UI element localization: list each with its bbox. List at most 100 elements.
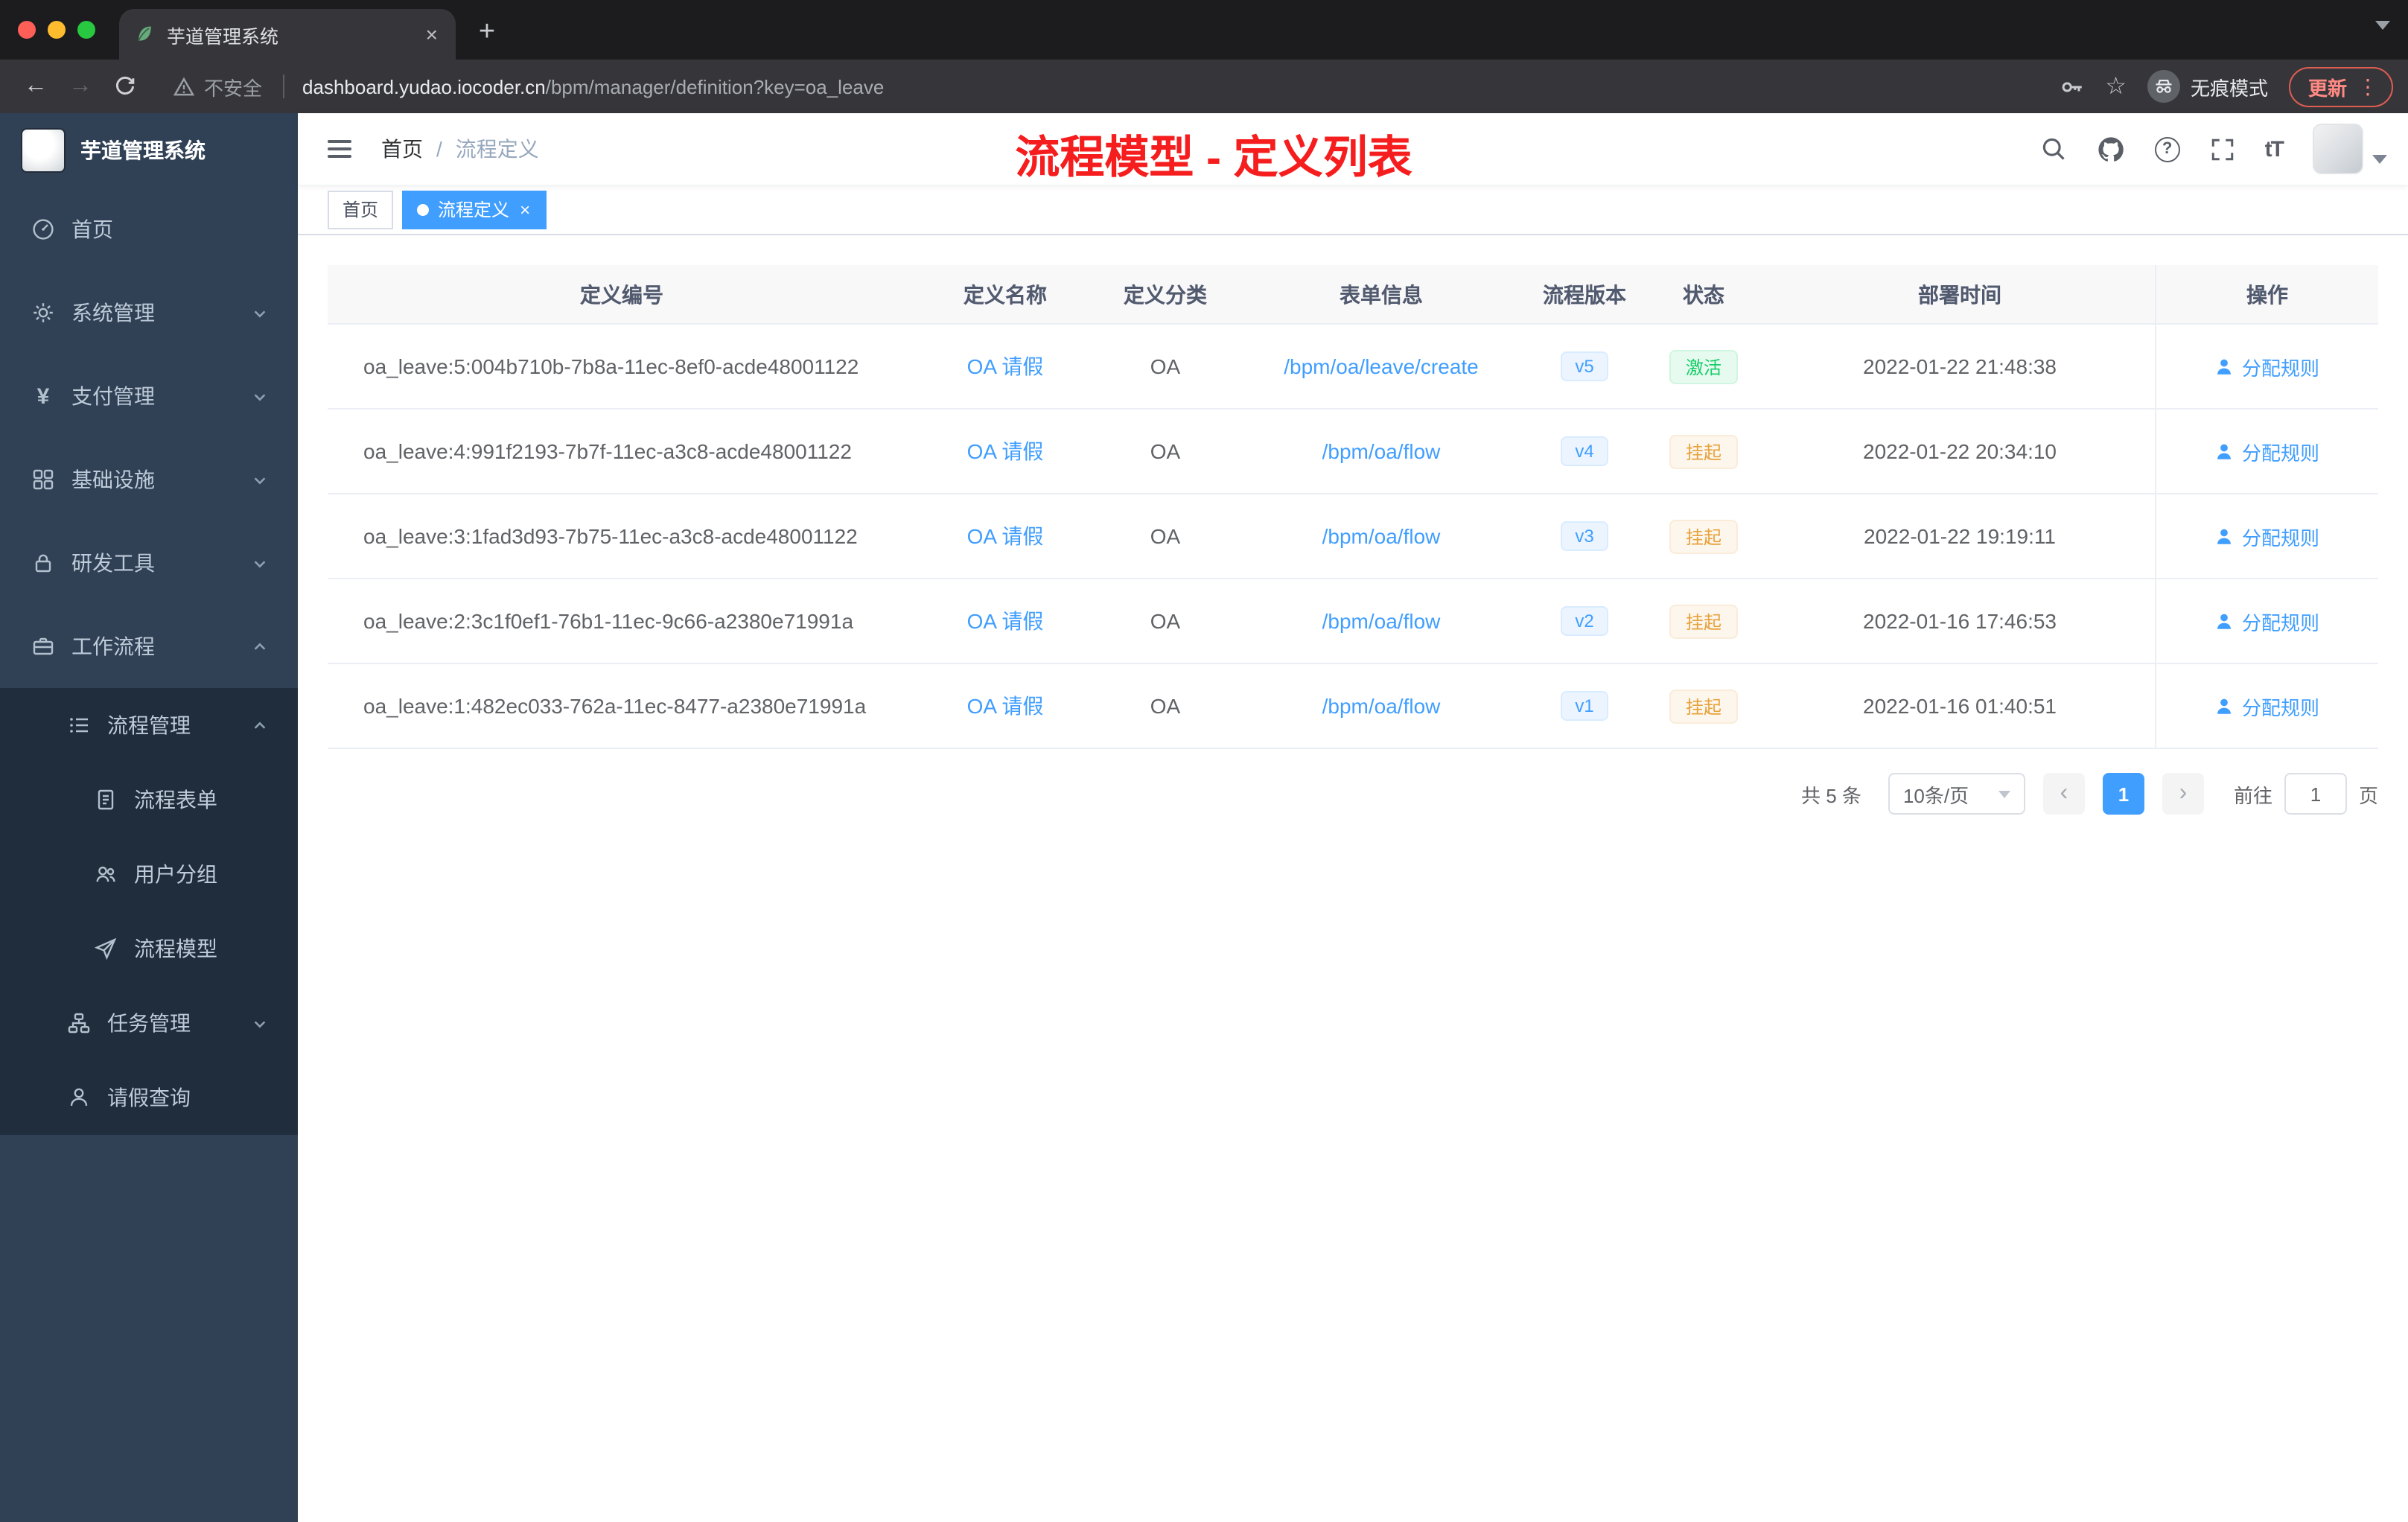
url-divider — [283, 74, 285, 98]
person-icon — [2218, 528, 2232, 544]
sidebar-item-devtools[interactable]: 研发工具 — [0, 521, 298, 605]
sidebar-item-home[interactable]: 首页 — [0, 188, 298, 271]
address-bar[interactable]: dashboard.yudao.iocoder.cn/bpm/manager/d… — [302, 75, 2041, 98]
sidebar-item-label: 流程表单 — [134, 788, 217, 812]
sidebar-item-user-group[interactable]: 用户分组 — [0, 837, 298, 911]
not-secure-warning-icon — [173, 76, 195, 95]
column-header-category: 定义分类 — [1124, 282, 1207, 306]
breadcrumb-current: 流程定义 — [455, 137, 539, 161]
window-controls — [0, 0, 119, 60]
tag-process-definition[interactable]: 流程定义 × — [402, 190, 547, 229]
chevron-down-icon — [252, 471, 268, 488]
table-row: oa_leave:2:3c1f0ef1-76b1-11ec-9c66-a2380… — [328, 579, 2378, 664]
form-info-link[interactable]: /bpm/oa/flow — [1322, 439, 1441, 463]
search-icon[interactable] — [2040, 136, 2067, 162]
table-row: oa_leave:3:1fad3d93-7b75-11ec-a3c8-acde4… — [328, 494, 2378, 579]
assign-rule-button[interactable]: 分配规则 — [2215, 607, 2319, 635]
sidebar-toggle-button[interactable] — [319, 131, 360, 167]
url-path: /bpm/manager/definition?key=oa_leave — [545, 75, 885, 98]
tag-close-icon[interactable]: × — [518, 200, 532, 218]
sidebar-item-process-model[interactable]: 流程模型 — [0, 911, 298, 986]
sidebar-item-payment[interactable]: ¥ 支付管理 — [0, 354, 298, 438]
cell-definition-id: oa_leave:1:482ec033-762a-11ec-8477-a2380… — [363, 694, 867, 718]
version-badge: v1 — [1560, 691, 1609, 721]
goto-page-input[interactable] — [2284, 773, 2347, 815]
cell-deploy-time: 2022-01-16 17:46:53 — [1863, 609, 2057, 633]
form-info-link[interactable]: /bpm/oa/flow — [1322, 524, 1441, 548]
sidebar-item-label: 支付管理 — [71, 384, 155, 408]
lock-icon — [30, 551, 57, 575]
assign-rule-button[interactable]: 分配规则 — [2215, 352, 2319, 380]
column-header-version: 流程版本 — [1543, 282, 1626, 306]
assign-rule-button[interactable]: 分配规则 — [2215, 437, 2319, 465]
password-key-icon[interactable] — [2059, 74, 2084, 99]
app-title: 芋道管理系统 — [80, 138, 206, 162]
form-info-link[interactable]: /bpm/oa/leave/create — [1284, 354, 1479, 378]
status-badge: 挂起 — [1669, 604, 1738, 638]
browser-window: 芋道管理系统 × + ← → 不安全 dashboard.yudao.iocod… — [0, 0, 2408, 1522]
users-icon — [92, 862, 119, 886]
reload-button[interactable] — [104, 66, 146, 107]
fullscreen-icon[interactable] — [2210, 136, 2235, 162]
sidebar-item-label: 系统管理 — [71, 301, 155, 325]
maximize-window-button[interactable] — [77, 21, 95, 39]
prev-page-button[interactable]: ‹ — [2042, 773, 2085, 815]
site-security[interactable]: 不安全 — [173, 72, 299, 101]
browser-tab[interactable]: 芋道管理系统 × — [119, 9, 456, 60]
next-page-button[interactable]: › — [2162, 773, 2204, 815]
bookmark-star-icon[interactable]: ☆ — [2105, 71, 2127, 101]
sidebar-item-task-management[interactable]: 任务管理 — [0, 986, 298, 1060]
sidebar-item-process-form[interactable]: 流程表单 — [0, 762, 298, 837]
column-header-name: 定义名称 — [963, 282, 1047, 306]
chevron-down-icon — [252, 1015, 268, 1031]
assign-rule-button[interactable]: 分配规则 — [2215, 522, 2319, 550]
avatar[interactable] — [2313, 124, 2363, 174]
definition-name-link[interactable]: OA 请假 — [967, 524, 1044, 548]
url-domain: dashboard.yudao.iocoder.cn — [302, 75, 546, 98]
tag-active-dot — [417, 203, 430, 215]
minimize-window-button[interactable] — [48, 21, 66, 39]
sidebar-item-system[interactable]: 系统管理 — [0, 271, 298, 354]
tag-home[interactable]: 首页 — [328, 190, 394, 229]
cell-definition-id: oa_leave:3:1fad3d93-7b75-11ec-a3c8-acde4… — [363, 524, 858, 548]
sidebar-item-label: 研发工具 — [71, 551, 155, 575]
page-size-select[interactable]: 10条/页 — [1888, 773, 2025, 815]
github-icon[interactable] — [2097, 135, 2125, 163]
user-menu[interactable] — [2313, 124, 2387, 174]
definition-name-link[interactable]: OA 请假 — [967, 354, 1044, 378]
form-info-link[interactable]: /bpm/oa/flow — [1322, 609, 1441, 633]
sidebar-item-process-management[interactable]: 流程管理 — [0, 688, 298, 762]
browser-menu-icon[interactable]: ⋮ — [2357, 74, 2378, 99]
forward-button[interactable]: → — [60, 66, 101, 107]
cell-category: OA — [1150, 609, 1181, 633]
form-info-link[interactable]: /bpm/oa/flow — [1322, 694, 1441, 718]
update-chrome-button[interactable]: 更新 ⋮ — [2288, 66, 2393, 106]
help-icon[interactable]: ? — [2154, 136, 2180, 162]
status-badge: 挂起 — [1669, 434, 1738, 468]
sidebar-item-infrastructure[interactable]: 基础设施 — [0, 438, 298, 521]
column-header-status: 状态 — [1683, 282, 1724, 306]
back-button[interactable]: ← — [15, 66, 57, 107]
new-tab-button[interactable]: + — [465, 10, 509, 55]
cell-definition-id: oa_leave:2:3c1f0ef1-76b1-11ec-9c66-a2380… — [363, 609, 854, 633]
tab-close-icon[interactable]: × — [423, 22, 441, 46]
definition-name-link[interactable]: OA 请假 — [967, 609, 1044, 633]
cell-deploy-time: 2022-01-22 19:19:11 — [1864, 524, 2056, 548]
definition-name-link[interactable]: OA 请假 — [967, 694, 1044, 718]
sidebar-logo[interactable]: 芋道管理系统 — [0, 113, 298, 188]
close-window-button[interactable] — [18, 21, 36, 39]
tag-label: 流程定义 — [438, 200, 510, 220]
current-page-button[interactable]: 1 — [2102, 773, 2144, 815]
tab-search-chevron-icon[interactable] — [2375, 21, 2390, 30]
assign-rule-button[interactable]: 分配规则 — [2215, 692, 2319, 720]
breadcrumb-home[interactable]: 首页 — [381, 134, 423, 164]
browser-tabstrip: 芋道管理系统 × + — [0, 0, 2408, 60]
yen-icon: ¥ — [36, 383, 50, 409]
select-chevron-icon — [1998, 790, 2010, 797]
sidebar-item-leave-query[interactable]: 请假查询 — [0, 1060, 298, 1135]
version-badge: v2 — [1560, 606, 1609, 636]
definition-name-link[interactable]: OA 请假 — [967, 439, 1044, 463]
status-badge: 激活 — [1669, 349, 1738, 383]
sidebar-item-workflow[interactable]: 工作流程 — [0, 605, 298, 688]
font-size-icon[interactable]: tT — [2265, 136, 2284, 162]
